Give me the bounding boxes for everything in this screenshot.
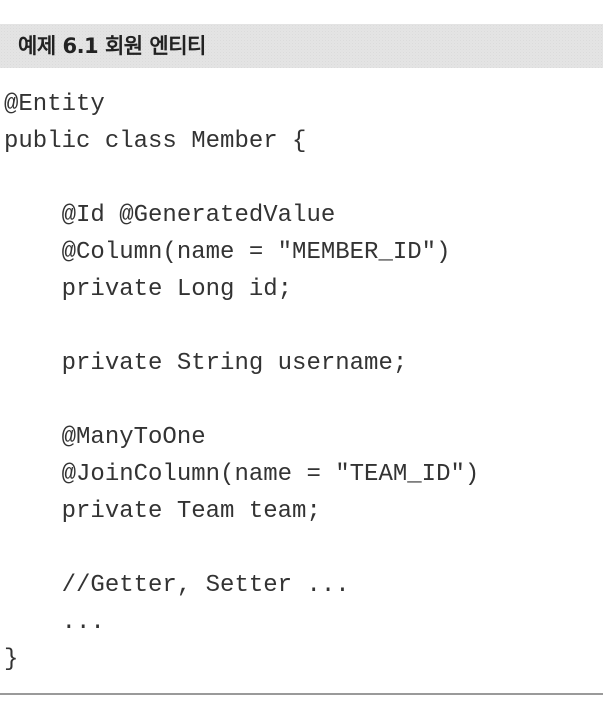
code-line: //Getter, Setter ... [4, 572, 350, 599]
code-line: private String username; [4, 350, 408, 377]
code-line: @Column(name = "MEMBER_ID") [4, 239, 451, 266]
code-line: @ManyToOne [4, 424, 206, 451]
code-line: @JoinColumn(name = "TEAM_ID") [4, 461, 480, 488]
code-line: private Long id; [4, 276, 293, 303]
code-block: @Entity public class Member { @Id @Gener… [4, 86, 479, 678]
listing-caption-bar: 예제 6.1 회원 엔티티 [0, 24, 603, 68]
code-line: @Id @GeneratedValue [4, 202, 336, 229]
code-listing-page: 예제 6.1 회원 엔티티 @Entity public class Membe… [0, 0, 603, 723]
bottom-divider [0, 693, 603, 695]
listing-title: 예제 6.1 회원 엔티티 [18, 34, 206, 58]
code-line: public class Member { [4, 128, 307, 155]
code-line: } [4, 646, 19, 673]
code-line: private Team team; [4, 498, 321, 525]
code-line: ... [4, 609, 105, 636]
code-line: @Entity [4, 91, 105, 118]
